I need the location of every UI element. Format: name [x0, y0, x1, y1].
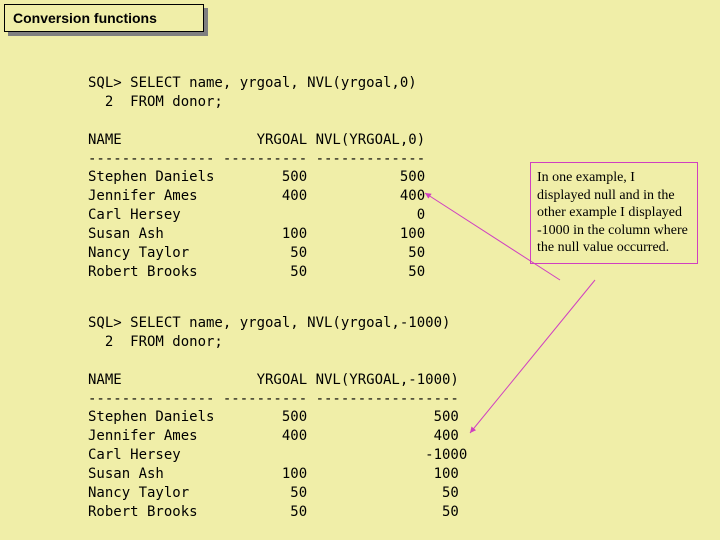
sql1-row: Susan Ash 100 100	[88, 226, 425, 242]
callout-text: In one example, I displayed null and in …	[537, 170, 688, 255]
sql2-line2: 2 FROM donor;	[88, 334, 223, 350]
sql2-row: Susan Ash 100 100	[88, 466, 459, 482]
sql1-row: Nancy Taylor 50 50	[88, 245, 425, 261]
sql1-header: NAME YRGOAL NVL(YRGOAL,0)	[88, 132, 425, 148]
sql1-line2: 2 FROM donor;	[88, 94, 223, 110]
title-panel: Conversion functions	[4, 4, 204, 32]
sql2-rule: --------------- ---------- -------------…	[88, 391, 459, 407]
sql-block-2: SQL> SELECT name, yrgoal, NVL(yrgoal,-10…	[88, 314, 467, 522]
sql2-row: Nancy Taylor 50 50	[88, 485, 459, 501]
sql1-row: Robert Brooks 50 50	[88, 264, 425, 280]
sql1-row: Stephen Daniels 500 500	[88, 169, 425, 185]
title-box: Conversion functions	[4, 4, 204, 32]
sql1-rule: --------------- ---------- -------------	[88, 151, 425, 167]
sql2-row: Stephen Daniels 500 500	[88, 409, 459, 425]
sql2-line1: SQL> SELECT name, yrgoal, NVL(yrgoal,-10…	[88, 315, 450, 331]
sql2-header: NAME YRGOAL NVL(YRGOAL,-1000)	[88, 372, 459, 388]
sql2-row: Robert Brooks 50 50	[88, 504, 459, 520]
callout-box: In one example, I displayed null and in …	[530, 162, 698, 264]
sql1-row: Jennifer Ames 400 400	[88, 188, 425, 204]
sql1-row: Carl Hersey 0	[88, 207, 425, 223]
sql2-row: Carl Hersey -1000	[88, 447, 467, 463]
title-text: Conversion functions	[13, 10, 157, 26]
sql2-row: Jennifer Ames 400 400	[88, 428, 459, 444]
sql1-line1: SQL> SELECT name, yrgoal, NVL(yrgoal,0)	[88, 75, 417, 91]
sql-block-1: SQL> SELECT name, yrgoal, NVL(yrgoal,0) …	[88, 74, 425, 282]
